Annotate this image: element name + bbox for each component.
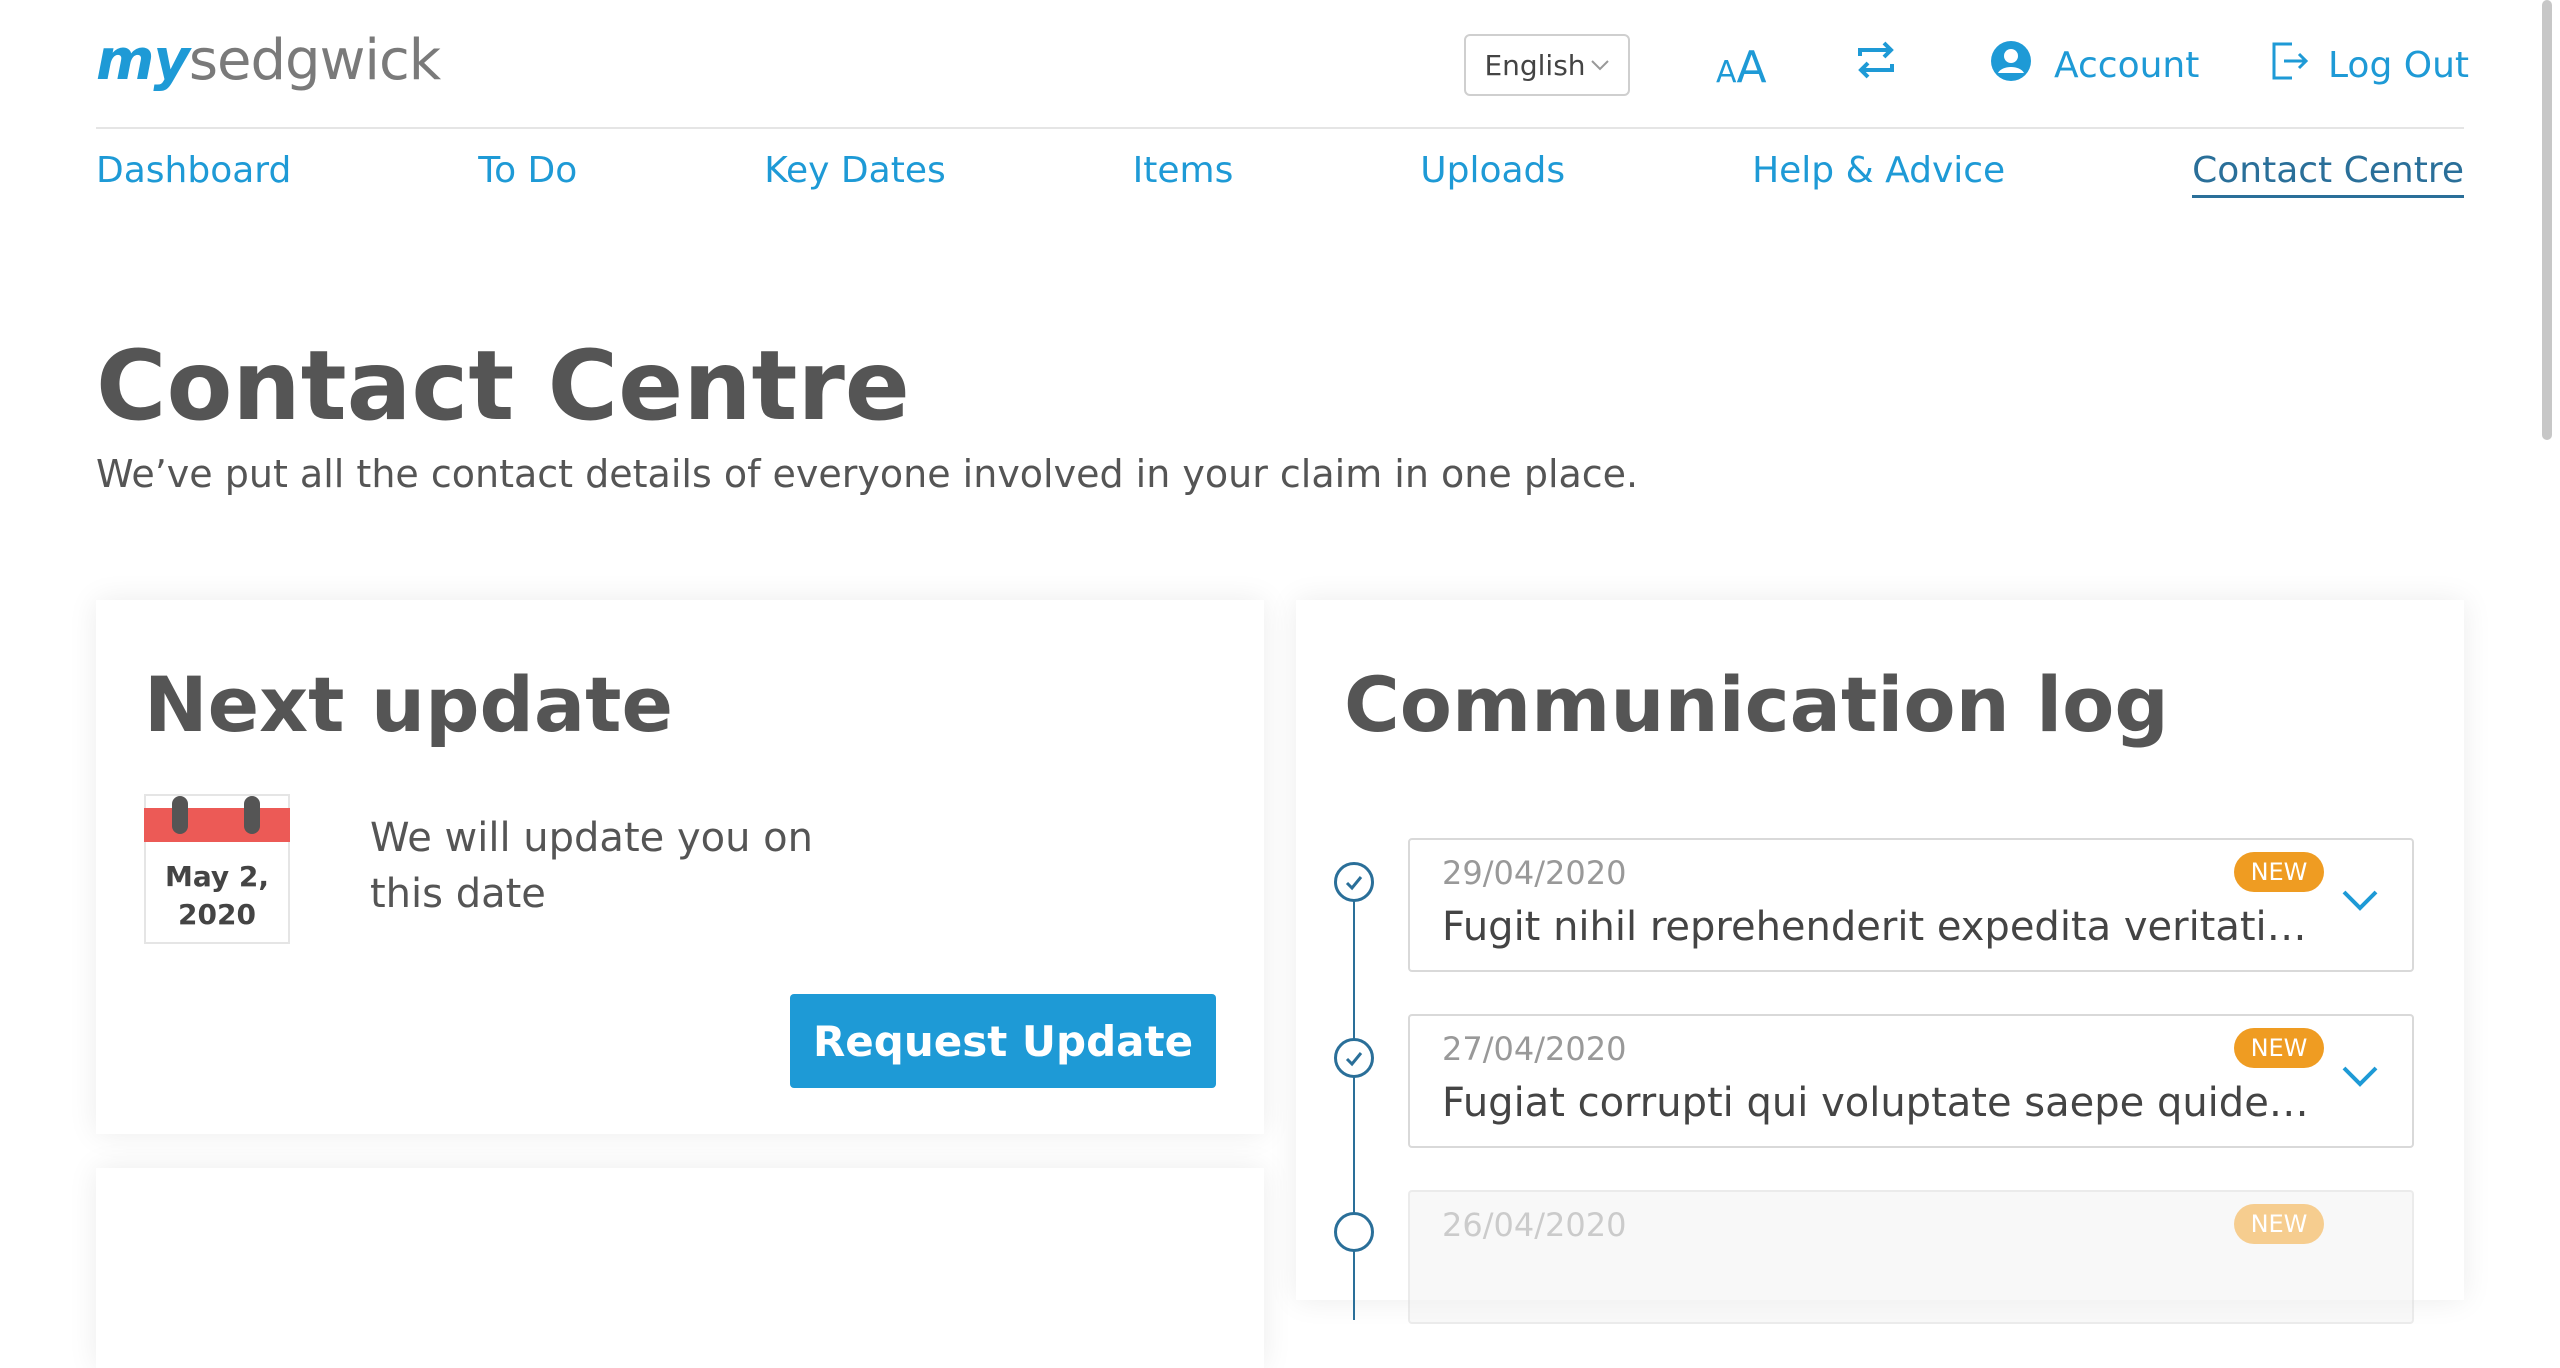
logout-link[interactable]: Log Out — [2270, 40, 2469, 91]
account-link[interactable]: Account — [1990, 40, 2199, 91]
account-icon — [1990, 40, 2032, 91]
language-select[interactable]: English — [1464, 34, 1630, 96]
next-update-card: Next update May 2, 2020 We will update y… — [96, 600, 1264, 1134]
font-size-small-letter: A — [1716, 55, 1737, 90]
page-scrollbar[interactable] — [2542, 0, 2552, 440]
log-date: 27/04/2020 — [1442, 1030, 1627, 1068]
main-nav: Dashboard To Do Key Dates Items Uploads … — [96, 150, 2464, 198]
page-subtitle: We’ve put all the contact details of eve… — [96, 452, 1639, 496]
secondary-card — [96, 1168, 1264, 1368]
nav-uploads[interactable]: Uploads — [1420, 150, 1565, 198]
new-badge: NEW — [2234, 1028, 2324, 1068]
request-update-button[interactable]: Request Update — [790, 994, 1216, 1088]
language-value: English — [1484, 48, 1586, 82]
logout-icon — [2270, 40, 2310, 91]
nav-to-do[interactable]: To Do — [478, 150, 577, 198]
chevron-down-icon — [1590, 53, 1610, 78]
logo-my: my — [96, 28, 190, 93]
check-circle-icon — [1334, 1212, 1374, 1252]
nav-contact-centre[interactable]: Contact Centre — [2192, 150, 2464, 198]
log-item[interactable]: 26/04/2020 NEW — [1408, 1190, 2414, 1324]
communication-log-card: Communication log 29/04/2020 NEW Fugit n… — [1296, 600, 2464, 1324]
log-summary: Fugiat corrupti qui voluptate saepe quid… — [1442, 1080, 2322, 1126]
logo-brand: sedgwick — [188, 28, 441, 93]
next-update-title: Next update — [144, 660, 674, 749]
nav-items[interactable]: Items — [1133, 150, 1234, 198]
check-circle-icon — [1334, 1038, 1374, 1078]
nav-dashboard[interactable]: Dashboard — [96, 150, 291, 198]
nav-key-dates[interactable]: Key Dates — [764, 150, 946, 198]
mysedgwick-logo[interactable]: mysedgwick — [96, 28, 441, 93]
new-badge: NEW — [2234, 1204, 2324, 1244]
check-circle-icon — [1334, 862, 1374, 902]
font-size-icon[interactable]: AA — [1716, 42, 1767, 93]
calendar-icon: May 2, 2020 — [144, 794, 290, 944]
log-item[interactable]: 27/04/2020 NEW Fugiat corrupti qui volup… — [1408, 1014, 2414, 1148]
timeline-line — [1353, 900, 1355, 1320]
log-summary: Fugit nihil reprehenderit expedita verit… — [1442, 904, 2322, 950]
logout-label: Log Out — [2328, 45, 2470, 86]
log-date: 26/04/2020 — [1442, 1206, 1627, 1244]
calendar-date-line1: May 2, — [164, 860, 269, 893]
new-badge: NEW — [2234, 852, 2324, 892]
calendar-date-line2: 2020 — [178, 898, 256, 931]
account-label: Account — [2054, 45, 2200, 86]
nav-help-advice[interactable]: Help & Advice — [1752, 150, 2005, 198]
page-title: Contact Centre — [96, 330, 910, 442]
header-divider — [96, 127, 2464, 129]
log-date: 29/04/2020 — [1442, 854, 1627, 892]
font-size-large-letter: A — [1736, 42, 1767, 93]
chevron-down-icon[interactable] — [2340, 888, 2380, 916]
next-update-text: We will update you on this date — [370, 815, 813, 917]
switch-view-icon[interactable] — [1854, 40, 1898, 84]
communication-log-title: Communication log — [1344, 660, 2169, 749]
chevron-down-icon[interactable] — [2340, 1064, 2380, 1092]
log-item[interactable]: 29/04/2020 NEW Fugit nihil reprehenderit… — [1408, 838, 2414, 972]
